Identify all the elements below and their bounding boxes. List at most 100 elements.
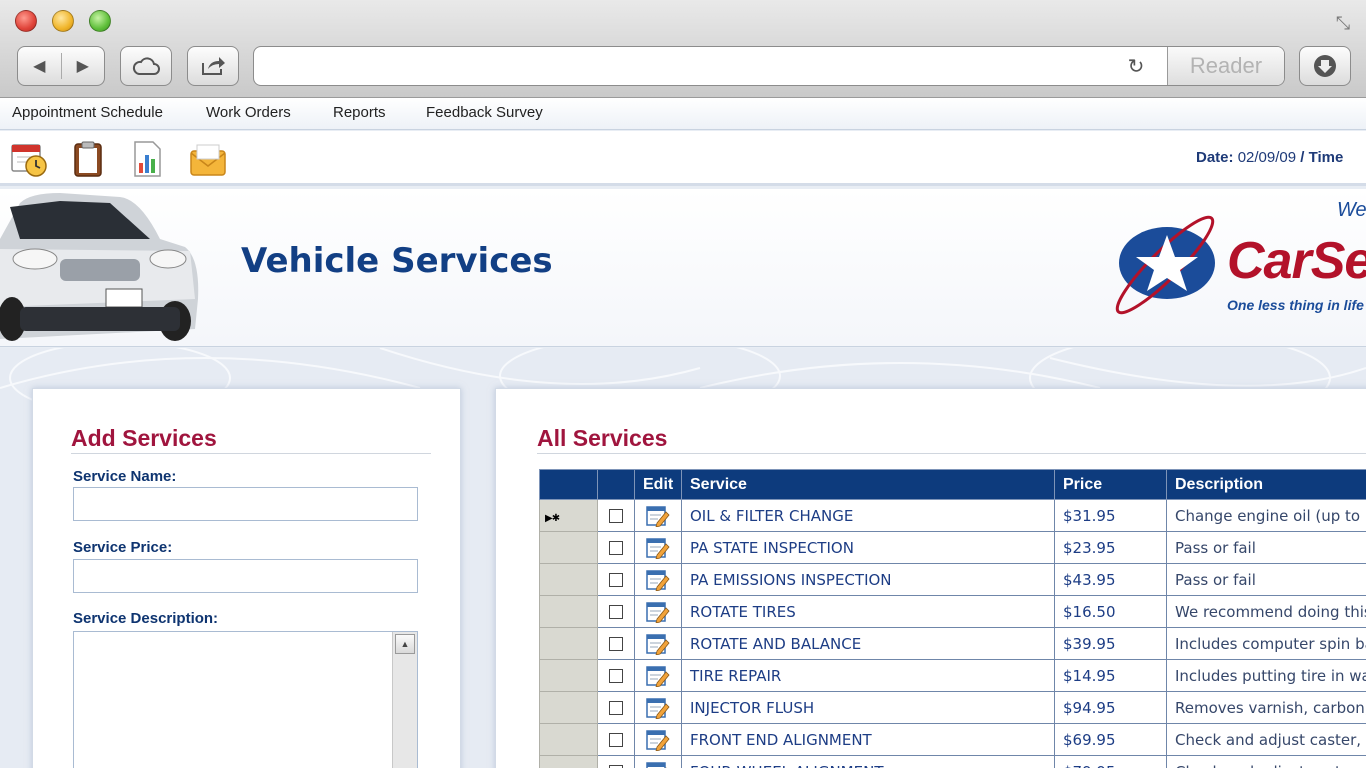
content-area: Add Services Service Name: Service Price… (0, 348, 1366, 768)
price-cell: $31.95 (1054, 499, 1167, 532)
table-row[interactable]: FOUR WHEEL ALIGNMENT$79.95Check and adju… (539, 755, 1366, 768)
table-row[interactable]: TIRE REPAIR $14.95 Includes putting tire i… (539, 659, 1366, 692)
minimize-window-button[interactable] (52, 10, 74, 32)
car-image (0, 193, 199, 341)
menu-reports[interactable]: Reports (333, 104, 386, 121)
row-checkbox[interactable] (609, 733, 623, 747)
row-selector[interactable] (539, 595, 598, 628)
price-cell: $43.95 (1054, 563, 1167, 596)
service-name-cell: ROTATE TIRES (681, 595, 1055, 628)
edit-button[interactable] (634, 659, 682, 692)
row-checkbox-cell (597, 563, 635, 596)
forward-arrow-icon[interactable]: ▶ (61, 56, 104, 76)
service-name-label: Service Name: (73, 468, 177, 485)
envelope-icon[interactable] (188, 139, 228, 179)
edit-button[interactable] (634, 563, 682, 596)
service-column-header[interactable]: Service (681, 469, 1055, 500)
service-price-input[interactable] (73, 559, 418, 593)
service-name-input[interactable] (73, 487, 418, 521)
row-checkbox-cell (597, 755, 635, 768)
all-services-title: All Services (537, 425, 668, 451)
row-selector[interactable] (539, 723, 598, 756)
row-selector[interactable] (539, 691, 598, 724)
row-selector[interactable] (539, 563, 598, 596)
row-selector[interactable] (539, 627, 598, 660)
date-time-display: Date: 02/09/09 / Time (1196, 149, 1366, 166)
service-name-cell: INJECTOR FLUSH (681, 691, 1055, 724)
price-column-header[interactable]: Price (1054, 469, 1167, 500)
edit-pencil-icon (646, 761, 668, 768)
edit-pencil-icon (646, 729, 670, 752)
edit-button[interactable] (634, 723, 682, 756)
back-arrow-icon[interactable]: ◀ (18, 56, 61, 76)
table-row[interactable]: PA STATE INSPECTION $23.95 Pass or fail (539, 531, 1366, 564)
bar-chart-report-icon[interactable] (127, 139, 167, 179)
menu-appointment-schedule[interactable]: Appointment Schedule (12, 104, 163, 121)
description-cell: Check and adjust caster, (1166, 755, 1366, 768)
edit-button[interactable] (634, 627, 682, 660)
row-checkbox[interactable] (609, 637, 623, 651)
table-row[interactable]: ▶✱ OIL & FILTER CHANGE $31.95 Change engine… (539, 499, 1366, 532)
description-cell: Includes putting tire in wat (1166, 659, 1366, 692)
icloud-tabs-button[interactable] (120, 46, 172, 86)
menu-work-orders[interactable]: Work Orders (206, 104, 291, 121)
row-checkbox[interactable] (609, 605, 623, 619)
reload-icon[interactable]: ↻ (1124, 55, 1148, 79)
edit-button[interactable] (634, 595, 682, 628)
description-cell: Includes computer spin bal (1166, 627, 1366, 660)
cloud-icon (132, 57, 160, 75)
share-button[interactable] (187, 46, 239, 86)
table-row[interactable]: ROTATE AND BALANCE $39.95 Includes compute… (539, 627, 1366, 660)
row-checkbox-cell (597, 659, 635, 692)
service-description-field: ▲ (73, 631, 418, 768)
date-value: 02/09/09 (1237, 149, 1297, 166)
address-bar[interactable]: ↻ Reader (253, 46, 1285, 86)
reader-button[interactable]: Reader (1167, 47, 1284, 85)
row-checkbox[interactable] (609, 669, 623, 683)
description-cell: Pass or fail (1166, 563, 1366, 596)
edit-column-header[interactable]: Edit (634, 469, 682, 500)
edit-button[interactable] (634, 499, 682, 532)
table-row[interactable]: ROTATE TIRES $16.50 We recommend doing thi… (539, 595, 1366, 628)
zoom-window-button[interactable] (89, 10, 111, 32)
edit-pencil-icon (646, 537, 670, 560)
row-selector[interactable] (539, 531, 598, 564)
edit-button[interactable] (634, 755, 682, 768)
description-column-header[interactable]: Description (1166, 469, 1366, 500)
vertical-scrollbar[interactable]: ▲ (392, 632, 417, 768)
downloads-button[interactable] (1299, 46, 1351, 86)
calendar-clock-icon[interactable] (9, 139, 49, 179)
edit-pencil-icon (646, 697, 670, 720)
price-cell: $14.95 (1054, 659, 1167, 692)
share-icon (202, 57, 225, 75)
edit-button[interactable] (634, 691, 682, 724)
edit-button[interactable] (634, 531, 682, 564)
row-checkbox[interactable] (609, 573, 623, 587)
grid-header-row: Edit Service Price Description (539, 469, 1366, 500)
page-banner: Vehicle Services We CarService One less … (0, 189, 1366, 347)
row-checkbox[interactable] (609, 701, 623, 715)
scroll-up-arrow-icon[interactable]: ▲ (395, 634, 415, 654)
close-window-button[interactable] (15, 10, 37, 32)
divider (537, 453, 1366, 454)
table-row[interactable]: INJECTOR FLUSH $94.95 Removes varnish, car… (539, 691, 1366, 724)
icon-toolbar: Date: 02/09/09 / Time (0, 131, 1366, 186)
row-checkbox-cell (597, 723, 635, 756)
clipboard-icon[interactable] (68, 139, 108, 179)
description-cell: Pass or fail (1166, 531, 1366, 564)
menu-feedback-survey[interactable]: Feedback Survey (426, 104, 543, 121)
row-selector[interactable] (539, 659, 598, 692)
row-checkbox[interactable] (609, 509, 623, 523)
table-row[interactable]: PA EMISSIONS INSPECTION $43.95 Pass or fai… (539, 563, 1366, 596)
fullscreen-icon[interactable]: ⤡ (1330, 10, 1356, 36)
row-selector[interactable] (539, 755, 598, 768)
table-row[interactable]: FRONT END ALIGNMENT $69.95 Check and adjus… (539, 723, 1366, 756)
all-services-panel: All Services Edit Service Price Descript… (495, 388, 1366, 768)
row-selector[interactable]: ▶✱ (539, 499, 598, 532)
edit-pencil-icon (646, 569, 670, 592)
service-price-label: Service Price: (73, 539, 173, 556)
row-checkbox-cell (597, 627, 635, 660)
browser-chrome: ⤡ ◀ ▶ ↻ Reader (0, 0, 1366, 98)
service-description-input[interactable] (74, 632, 392, 768)
row-checkbox[interactable] (609, 541, 623, 555)
